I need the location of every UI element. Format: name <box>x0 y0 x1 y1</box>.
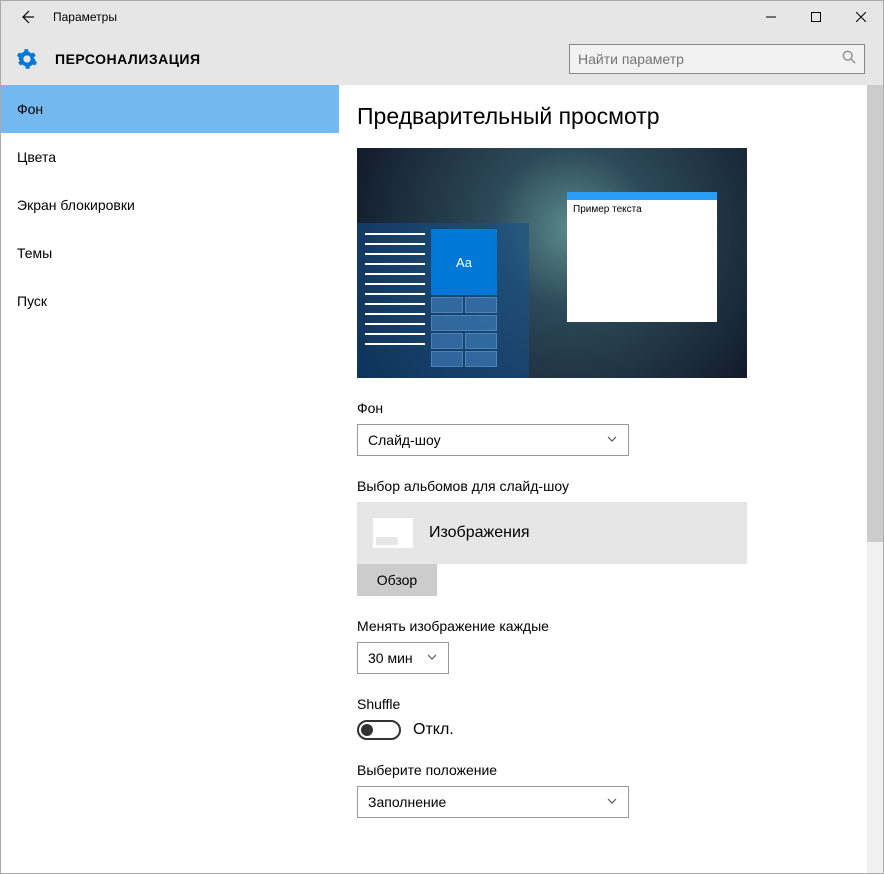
position-dropdown[interactable]: Заполнение <box>357 786 629 818</box>
sidebar-item-colors[interactable]: Цвета <box>1 133 339 181</box>
dropdown-value: 30 мин <box>368 650 413 666</box>
content: Предварительный просмотр Aa Пример текст… <box>339 85 883 873</box>
sidebar-item-label: Темы <box>17 245 52 261</box>
preview-tile: Aa <box>431 229 497 295</box>
window-title: Параметры <box>53 10 748 24</box>
minimize-button[interactable] <box>748 1 793 33</box>
titlebar: Параметры <box>1 1 883 33</box>
section-title: ПЕРСОНАЛИЗАЦИЯ <box>55 51 569 67</box>
search-field[interactable] <box>578 51 842 67</box>
background-label: Фон <box>357 400 855 416</box>
browse-button[interactable]: Обзор <box>357 564 437 596</box>
shuffle-toggle[interactable] <box>357 720 401 740</box>
preview-window-text: Пример текста <box>567 200 717 219</box>
maximize-button[interactable] <box>793 1 838 33</box>
shuffle-label: Shuffle <box>357 696 855 712</box>
scrollbar[interactable] <box>867 85 883 873</box>
interval-dropdown[interactable]: 30 мин <box>357 642 449 674</box>
albums-label: Выбор альбомов для слайд-шоу <box>357 478 855 494</box>
back-button[interactable] <box>13 3 41 31</box>
preview-window: Пример текста <box>567 192 717 322</box>
position-label: Выберите положение <box>357 762 855 778</box>
chevron-down-icon <box>426 650 438 666</box>
chevron-down-icon <box>606 794 618 810</box>
folder-box: Изображения <box>357 502 747 564</box>
header: ПЕРСОНАЛИЗАЦИЯ <box>1 33 883 85</box>
search-input[interactable] <box>569 44 865 74</box>
gear-icon <box>13 45 41 73</box>
background-dropdown[interactable]: Слайд-шоу <box>357 424 629 456</box>
shuffle-state: Откл. <box>413 721 454 739</box>
sidebar-item-label: Фон <box>17 101 43 117</box>
sidebar-item-background[interactable]: Фон <box>1 85 339 133</box>
sidebar-item-label: Экран блокировки <box>17 197 135 213</box>
sidebar-item-themes[interactable]: Темы <box>1 229 339 277</box>
dropdown-value: Слайд-шоу <box>368 432 441 448</box>
sidebar-item-start[interactable]: Пуск <box>1 277 339 325</box>
scrollbar-thumb[interactable] <box>867 85 883 542</box>
folder-name: Изображения <box>429 524 530 542</box>
interval-label: Менять изображение каждые <box>357 618 855 634</box>
close-button[interactable] <box>838 1 883 33</box>
dropdown-value: Заполнение <box>368 794 446 810</box>
desktop-preview: Aa Пример текста <box>357 148 747 378</box>
folder-icon <box>373 518 413 548</box>
chevron-down-icon <box>606 432 618 448</box>
search-icon <box>842 50 856 69</box>
preview-heading: Предварительный просмотр <box>357 103 855 130</box>
sidebar-item-label: Пуск <box>17 293 47 309</box>
sidebar-item-label: Цвета <box>17 149 56 165</box>
sidebar: Фон Цвета Экран блокировки Темы Пуск <box>1 85 339 873</box>
sidebar-item-lockscreen[interactable]: Экран блокировки <box>1 181 339 229</box>
